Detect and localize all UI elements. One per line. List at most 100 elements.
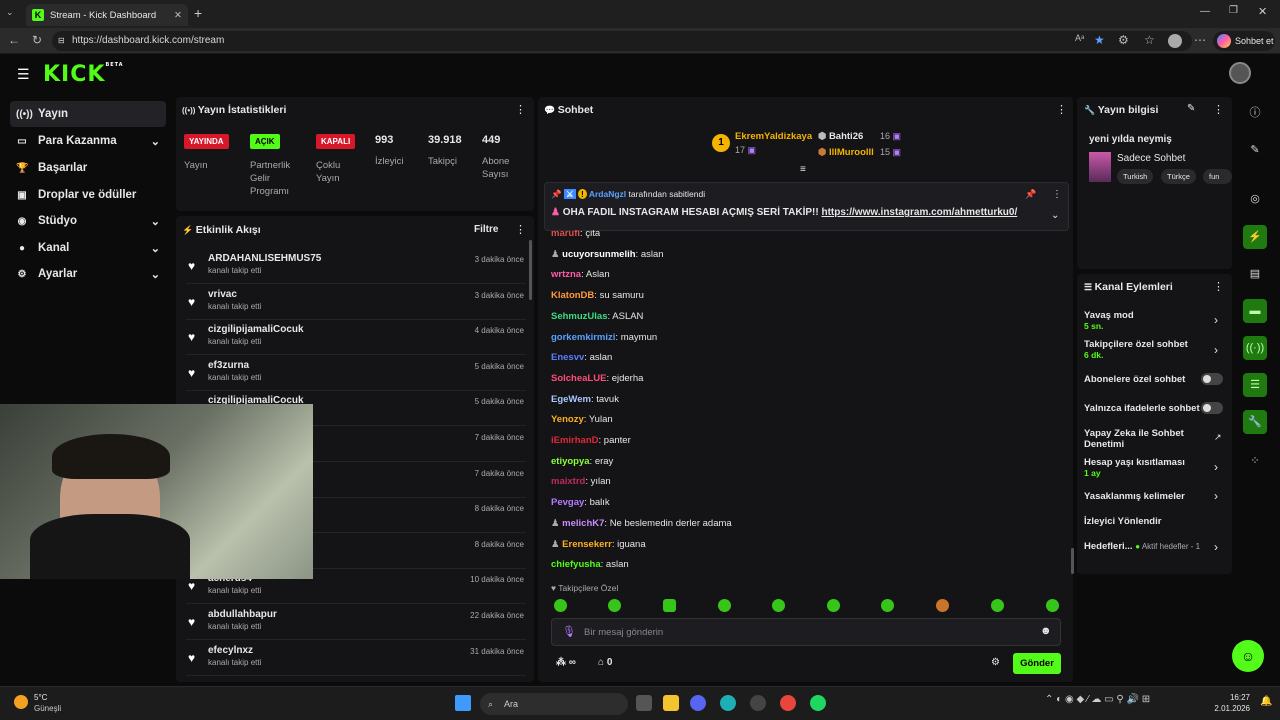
spotify-icon[interactable] xyxy=(810,695,826,711)
subscribers-only-toggle[interactable] xyxy=(1201,373,1223,385)
favorite-star-icon[interactable]: ★ xyxy=(1094,33,1105,47)
emote-6[interactable] xyxy=(827,599,840,612)
activity-row[interactable]: ♥ vrivac kanalı takip etti 3 dakika önce xyxy=(186,285,526,320)
windows-start-icon[interactable] xyxy=(455,695,471,711)
activity-row[interactable]: ♥ cizgilipijamaliCocuk kanalı takip etti 4 … xyxy=(186,320,526,356)
activity-username[interactable]: efecylnxz xyxy=(208,645,253,656)
chat-username[interactable]: Erensekerr xyxy=(562,539,612,550)
task-view-icon[interactable] xyxy=(636,695,652,711)
chevron-down-icon[interactable]: ⌄ xyxy=(1051,210,1059,221)
collections-icon[interactable]: ☆ xyxy=(1144,33,1155,47)
goals-item[interactable]: Hedefleri... ● Aktif hedefler - 1 xyxy=(1084,541,1226,552)
chat-more-icon[interactable]: ⋮ xyxy=(1056,103,1067,116)
url-field[interactable]: ⊟ https://dashboard.kick.com/stream xyxy=(52,31,1192,51)
activity-row[interactable]: ♥ abdullahbapur kanalı takip etti 22 dakika… xyxy=(186,605,526,640)
channel-points[interactable]: ⁂ ∞ xyxy=(556,657,576,668)
extensions-icon[interactable]: ⚙ xyxy=(1118,33,1129,47)
filter-button[interactable]: Filtre xyxy=(474,224,498,235)
info-icon[interactable]: ⓘ xyxy=(1243,101,1267,125)
sidebar-item-kanal[interactable]: ● Kanal ⌄ xyxy=(10,235,166,261)
maximize-icon[interactable]: ❐ xyxy=(1229,5,1238,16)
browser-tab[interactable]: K Stream - Kick Dashboard ✕ xyxy=(26,4,188,26)
notification-bell-icon[interactable]: 🔔 xyxy=(1260,696,1272,707)
activity-scrollbar[interactable] xyxy=(529,240,532,300)
document-icon[interactable]: ▤ xyxy=(1243,262,1267,286)
activity-username[interactable]: abdullahbapur xyxy=(208,609,277,620)
activity-row[interactable]: ♥ ef3zurna kanalı takip etti 5 dakika önce xyxy=(186,356,526,391)
chat-username[interactable]: SolcheaLUE xyxy=(551,373,606,384)
chat-username[interactable]: chiefyusha xyxy=(551,559,601,570)
close-window-icon[interactable]: ✕ xyxy=(1258,5,1267,18)
sidebar-item-studyo[interactable]: ◉ Stüdyo ⌄ xyxy=(10,208,166,234)
system-tray-icons[interactable]: ⌃ ◐ ◉ ◆ ⁄ ☁ ▭ ⚲ 🔊 ⊞ xyxy=(1045,694,1150,705)
slow-mode-item[interactable]: Yavaş mod 5 sn. xyxy=(1084,310,1226,331)
emote-8[interactable] xyxy=(936,599,949,612)
chat-username[interactable]: melichK7 xyxy=(562,518,604,529)
account-age-item[interactable]: Hesap yaşı kısıtlaması 1 ay xyxy=(1084,457,1226,478)
file-explorer-icon[interactable] xyxy=(663,695,679,711)
hamburger-menu-icon[interactable]: ☰ xyxy=(17,66,30,83)
activity-username[interactable]: vrivac xyxy=(208,289,237,300)
stats-more-icon[interactable]: ⋮ xyxy=(515,103,526,116)
tag-chip[interactable]: Türkçe xyxy=(1161,169,1196,184)
category-name[interactable]: Sadece Sohbet xyxy=(1117,153,1185,164)
read-aloud-icon[interactable]: Aᵃ xyxy=(1075,33,1084,43)
user-avatar[interactable] xyxy=(1229,62,1251,84)
chat-icon[interactable]: ▬ xyxy=(1243,299,1267,323)
tab-list-icon[interactable]: ⌄ xyxy=(6,7,14,18)
chat-username[interactable]: KlatonDB xyxy=(551,290,594,301)
discord-icon[interactable] xyxy=(690,695,706,711)
chat-input[interactable]: 🎙 Bir mesaj gönderin ☻ xyxy=(551,618,1061,646)
new-tab-icon[interactable]: + xyxy=(194,5,202,21)
top-gifter-1-name[interactable]: EkremYaldizkaya xyxy=(735,131,812,142)
emote-1[interactable] xyxy=(554,599,567,612)
channel-actions-more-icon[interactable]: ⋮ xyxy=(1213,280,1224,293)
store-button[interactable]: ⌂ 0 xyxy=(598,657,612,668)
webcam-overlay[interactable] xyxy=(0,404,313,579)
activity-username[interactable]: cizgilipijamaliCocuk xyxy=(208,324,304,335)
tag-chip[interactable]: fun xyxy=(1203,169,1232,184)
wrench-icon[interactable]: 🔧 xyxy=(1243,410,1267,434)
top-gifter-3-name[interactable]: ⬢ lllMuroolll xyxy=(818,147,874,158)
chat-username[interactable]: iEmirhanD xyxy=(551,435,599,446)
ai-moderation-item[interactable]: Yapay Zeka ile Sohbet Denetimi xyxy=(1084,428,1204,450)
sidebar-item-basarilar[interactable]: 🏆 Başarılar xyxy=(10,155,166,181)
edit-icon[interactable]: ✎ xyxy=(1187,103,1195,114)
activity-username[interactable]: ef3zurna xyxy=(208,360,249,371)
chat-username[interactable]: wrtzna xyxy=(551,269,581,280)
activity-username[interactable]: ARDAHANLISEHMUS75 xyxy=(208,253,321,264)
microphone-icon[interactable]: 🎙 xyxy=(562,625,576,638)
profile-avatar[interactable] xyxy=(1168,34,1182,48)
support-chat-button[interactable]: ☺ xyxy=(1232,640,1264,672)
pencil-icon[interactable]: ✎ xyxy=(1243,138,1267,162)
chat-settings-icon[interactable]: ⚙ xyxy=(991,657,1000,668)
edge-icon[interactable] xyxy=(720,695,736,711)
chat-username[interactable]: gorkemkirmizi xyxy=(551,332,615,343)
activity-more-icon[interactable]: ⋮ xyxy=(515,223,526,236)
emote-3[interactable] xyxy=(663,599,676,612)
emoji-picker-icon[interactable]: ☻ xyxy=(1040,625,1052,637)
sidebar-item-yayin[interactable]: ((•)) Yayın xyxy=(10,101,166,127)
copilot-chat-button[interactable]: Sohbet et xyxy=(1213,31,1275,51)
chat-username[interactable]: ucuyorsunmelih xyxy=(562,249,635,260)
chat-username[interactable]: Pevgay xyxy=(551,497,584,508)
emote-9[interactable] xyxy=(991,599,1004,612)
chat-username[interactable]: SehmuzUlas xyxy=(551,311,608,322)
stream-info-more-icon[interactable]: ⋮ xyxy=(1213,103,1224,116)
lightning-icon[interactable]: ⚡ xyxy=(1243,225,1267,249)
sidebar-item-droplar[interactable]: ▣ Droplar ve ödüller xyxy=(10,182,166,208)
top-gifter-2-name[interactable]: ⬢ Bahti26 xyxy=(818,131,863,142)
emote-4[interactable] xyxy=(718,599,731,612)
apps-icon[interactable]: ⁘ xyxy=(1243,449,1267,473)
emotes-only-toggle[interactable] xyxy=(1201,402,1223,414)
activity-row[interactable]: ♥ ARDAHANLISEHMUS75 kanalı takip etti 3 dak… xyxy=(186,249,526,284)
chat-username[interactable]: etiyopya xyxy=(551,456,590,467)
broadcast-icon[interactable]: ((·)) xyxy=(1243,336,1267,360)
sidebar-item-para-kazanma[interactable]: ▭ Para Kazanma ⌄ xyxy=(10,128,166,154)
chat-username[interactable]: Yenozy xyxy=(551,414,584,425)
kick-logo[interactable]: KICKBETA xyxy=(43,62,124,87)
minimize-icon[interactable]: — xyxy=(1200,6,1210,17)
followers-only-item[interactable]: Takipçilere özel sohbet 6 dk. xyxy=(1084,339,1226,360)
banned-words-item[interactable]: Yasaklanmış kelimeler xyxy=(1084,491,1226,502)
pinned-link[interactable]: https://www.instagram.com/ahmetturku0/ xyxy=(821,207,1017,218)
